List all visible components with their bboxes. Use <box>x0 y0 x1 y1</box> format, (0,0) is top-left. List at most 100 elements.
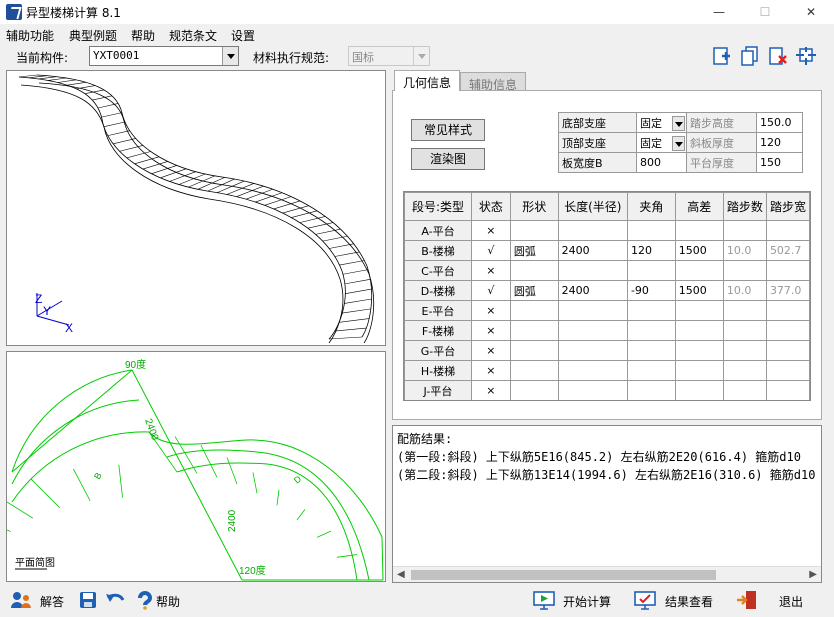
segment-value-cell[interactable]: 1500 <box>674 240 724 261</box>
segment-value-cell[interactable] <box>509 320 559 341</box>
menu-settings[interactable]: 设置 <box>231 27 255 44</box>
segment-value-cell[interactable] <box>674 360 724 381</box>
segment-value-cell[interactable] <box>509 360 559 381</box>
segment-value-cell[interactable]: 502.7 <box>765 240 810 261</box>
segment-value-cell[interactable] <box>674 320 724 341</box>
component-select[interactable]: YXT0001 <box>89 46 239 66</box>
common-style-button[interactable]: 常见样式 <box>411 119 485 141</box>
segment-value-cell[interactable]: 圆弧 <box>509 280 559 301</box>
segment-state-cell[interactable]: × <box>470 360 511 381</box>
bottom-support-select[interactable]: 固定 <box>636 112 687 133</box>
segment-value-cell[interactable] <box>765 320 810 341</box>
segment-value-cell[interactable] <box>674 300 724 321</box>
segment-value-cell[interactable] <box>509 260 559 281</box>
results-pane[interactable]: 配筋结果: (第一段:斜段) 上下纵筋5E16(845.2) 左右纵筋2E20(… <box>392 425 822 583</box>
delete-icon[interactable] <box>767 46 789 66</box>
segment-state-cell[interactable]: × <box>470 340 511 361</box>
segment-value-cell[interactable]: 2400 <box>557 280 628 301</box>
segment-value-cell[interactable] <box>557 340 628 361</box>
segment-value-cell[interactable] <box>557 320 628 341</box>
segment-value-cell[interactable] <box>509 300 559 321</box>
platform-thickness-input[interactable]: 150 <box>756 152 803 173</box>
slab-width-input[interactable]: 800 <box>636 152 687 173</box>
menu-aux-functions[interactable]: 辅助功能 <box>6 27 54 44</box>
segment-value-cell[interactable] <box>722 380 767 400</box>
table-row[interactable]: H-楼梯 × <box>404 360 810 381</box>
undo-icon[interactable] <box>104 590 126 610</box>
segment-value-cell[interactable] <box>509 220 559 241</box>
table-row[interactable]: B-楼梯 √ 圆弧 2400 120 1500 10.0 502.7 <box>404 240 810 261</box>
plan-view[interactable]: 90度 120度 2400 2400 B D 平面简图 <box>6 351 386 582</box>
start-calculation-button[interactable]: 开始计算 <box>533 589 623 613</box>
render-button[interactable]: 渲染图 <box>411 148 485 170</box>
segment-value-cell[interactable]: 120 <box>626 240 676 261</box>
table-row[interactable]: F-楼梯 × <box>404 320 810 341</box>
add-file-icon[interactable] <box>711 46 733 66</box>
help-button[interactable]: 帮助 <box>134 589 194 613</box>
tab-auxiliary[interactable]: 辅助信息 <box>460 72 527 92</box>
segment-value-cell[interactable] <box>557 300 628 321</box>
segment-value-cell[interactable] <box>626 340 676 361</box>
segment-value-cell[interactable] <box>722 360 767 381</box>
segment-value-cell[interactable]: 1500 <box>674 280 724 301</box>
segment-value-cell[interactable] <box>765 360 810 381</box>
chevron-down-icon[interactable] <box>672 115 685 131</box>
table-row[interactable]: E-平台 × <box>404 300 810 321</box>
close-button[interactable]: ✕ <box>788 0 834 24</box>
segment-value-cell[interactable] <box>509 340 559 361</box>
slab-thickness-input[interactable]: 120 <box>756 132 803 153</box>
segment-value-cell[interactable] <box>765 340 810 361</box>
segment-value-cell[interactable] <box>722 340 767 361</box>
maximize-button[interactable]: ☐ <box>742 0 788 24</box>
exit-button[interactable]: 退出 <box>736 589 816 613</box>
step-height-input[interactable]: 150.0 <box>756 112 803 133</box>
segment-value-cell[interactable] <box>626 360 676 381</box>
segment-value-cell[interactable] <box>557 220 628 241</box>
segment-value-cell[interactable]: 2400 <box>557 240 628 261</box>
scroll-thumb[interactable] <box>411 570 716 580</box>
segment-value-cell[interactable] <box>626 300 676 321</box>
table-row[interactable]: C-平台 × <box>404 260 810 281</box>
segment-value-cell[interactable] <box>557 380 628 400</box>
copy-icon[interactable] <box>739 46 761 66</box>
tab-geometry[interactable]: 几何信息 <box>394 70 461 91</box>
segment-value-cell[interactable] <box>722 260 767 281</box>
menu-typical-examples[interactable]: 典型例题 <box>69 27 117 44</box>
segment-value-cell[interactable] <box>722 220 767 241</box>
segment-value-cell[interactable] <box>674 380 724 400</box>
segment-value-cell[interactable] <box>557 260 628 281</box>
segment-value-cell[interactable]: 377.0 <box>765 280 810 301</box>
segment-state-cell[interactable]: × <box>470 220 511 241</box>
table-row[interactable]: J-平台 × <box>404 380 810 400</box>
segment-value-cell[interactable] <box>674 220 724 241</box>
segment-value-cell[interactable] <box>626 260 676 281</box>
material-code-select[interactable]: 国标 <box>348 46 430 66</box>
segment-value-cell[interactable] <box>509 380 559 400</box>
segment-value-cell[interactable] <box>626 320 676 341</box>
segment-value-cell[interactable] <box>765 300 810 321</box>
export-icon[interactable] <box>795 46 817 66</box>
segment-value-cell[interactable]: 10.0 <box>722 240 767 261</box>
chevron-down-icon[interactable] <box>222 47 238 65</box>
top-support-select[interactable]: 固定 <box>636 132 687 153</box>
menu-code-clauses[interactable]: 规范条文 <box>169 27 217 44</box>
segment-value-cell[interactable] <box>765 380 810 400</box>
segment-value-cell[interactable]: 圆弧 <box>509 240 559 261</box>
view-results-button[interactable]: 结果查看 <box>634 589 724 613</box>
segment-state-cell[interactable]: √ <box>470 280 511 301</box>
segment-value-cell[interactable] <box>722 320 767 341</box>
table-row[interactable]: D-楼梯 √ 圆弧 2400 -90 1500 10.0 377.0 <box>404 280 810 301</box>
segment-value-cell[interactable]: 10.0 <box>722 280 767 301</box>
answer-button[interactable]: 解答 <box>10 589 70 613</box>
segment-state-cell[interactable]: × <box>470 300 511 321</box>
segment-value-cell[interactable] <box>626 380 676 400</box>
segment-state-cell[interactable]: × <box>470 380 511 400</box>
table-row[interactable]: A-平台 × <box>404 220 810 241</box>
segment-state-cell[interactable]: √ <box>470 240 511 261</box>
save-icon[interactable] <box>78 590 98 610</box>
scroll-left-icon[interactable]: ◀ <box>397 569 405 580</box>
segment-value-cell[interactable]: -90 <box>626 280 676 301</box>
segment-value-cell[interactable] <box>557 360 628 381</box>
chevron-down-icon[interactable] <box>672 135 685 151</box>
menu-help[interactable]: 帮助 <box>131 27 155 44</box>
